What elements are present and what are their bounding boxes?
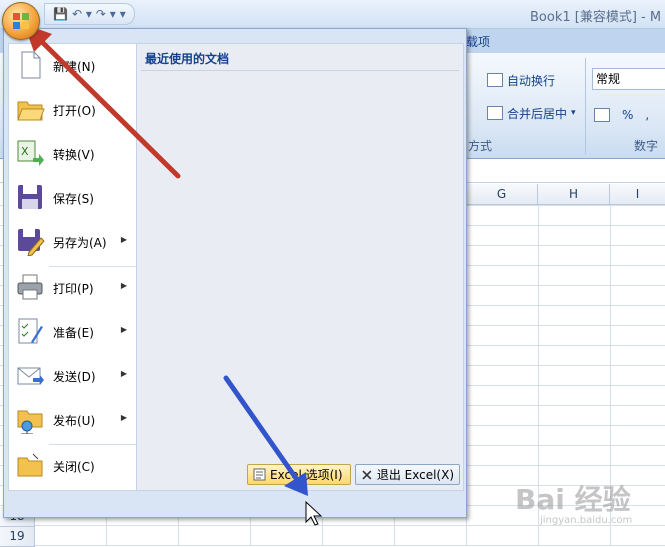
merge-center-icon [487,106,503,120]
menu-item-prepare[interactable]: 准备(E) ▶ [9,310,137,354]
menu-item-label: 关闭(C) [53,460,95,474]
title-bar: 💾 ↶ ▾ ↷ ▾ ▾ Book1 [兼容模式] - M [0,0,665,29]
new-document-icon [21,51,41,79]
menu-item-label: 打印(P) [53,282,94,296]
menu-item-publish[interactable]: 发布(U) ▶ [9,398,137,442]
recent-documents-pane: 最近使用的文档 [136,43,464,491]
wrap-text-label: 自动换行 [507,73,556,88]
submenu-arrow-icon: ▶ [120,413,127,422]
menu-item-label: 转换(V) [53,148,95,162]
comma-button[interactable]: , [645,108,649,122]
recent-divider [141,70,459,71]
row-header[interactable]: 19 [0,527,35,547]
recent-documents-title: 最近使用的文档 [145,52,230,66]
menu-item-new[interactable]: 新建(N) [9,44,137,88]
publish-icon [17,410,43,434]
menu-item-label: 准备(E) [53,326,94,340]
excel-options-button[interactable]: Excel 选项(I) [247,464,351,485]
tab-addins[interactable]: 载项 [466,33,490,50]
alignment-group-label: 方式 [468,139,493,153]
merge-center-label: 合并后居中 [507,106,568,121]
convert-icon: X [17,140,44,166]
group-divider [585,58,586,154]
office-button[interactable] [2,2,40,40]
chevron-down-icon: ▾ [571,108,576,118]
submenu-arrow-icon: ▶ [120,325,127,334]
submenu-arrow-icon: ▶ [120,235,127,244]
merge-center-button[interactable]: 合并后居中 ▾ [487,102,576,124]
options-icon [253,468,266,481]
save-icon[interactable]: 💾 [53,7,68,21]
menu-item-send[interactable]: 发送(D) ▶ [9,354,137,398]
save-as-icon [18,229,45,256]
currency-icon[interactable] [594,108,610,122]
send-icon [17,367,44,385]
wrap-text-button[interactable]: 自动换行 [487,69,555,91]
svg-text:X: X [21,145,29,158]
menu-item-close[interactable]: 关闭(C) [9,444,137,488]
save-floppy-icon [18,185,42,209]
percent-button[interactable]: % [622,108,633,122]
watermark-url: jingyan.baidu.com [540,515,633,526]
number-group-label: 数字 [634,139,659,153]
number-format-buttons: % , [594,104,649,126]
submenu-arrow-icon: ▶ [120,369,127,378]
menu-item-label: 发送(D) [53,370,96,384]
office-logo-icon [13,13,29,29]
printer-icon [17,274,43,300]
number-format-select[interactable]: 常规 [592,68,665,90]
menu-item-save-as[interactable]: 另存为(A) ▶ [9,220,137,264]
open-folder-icon [17,101,45,121]
watermark-text: Bai 经验 [515,483,631,516]
menu-item-label: 打开(O) [53,104,96,118]
menu-item-open[interactable]: 打开(O) [9,88,137,132]
menu-item-label: 另存为(A) [53,236,107,250]
menu-item-label: 保存(S) [53,192,94,206]
submenu-arrow-icon: ▶ [120,281,127,290]
menu-item-label: 新建(N) [53,60,96,74]
quick-access-toolbar: 💾 ↶ ▾ ↷ ▾ ▾ [44,3,135,25]
exit-excel-button[interactable]: 退出 Excel(X) [355,464,460,485]
redo-button[interactable]: ↷ ▾ [96,7,116,21]
undo-button[interactable]: ↶ ▾ [72,7,92,21]
prepare-icon [18,318,43,344]
column-header[interactable]: H [538,184,610,205]
close-folder-icon [17,453,43,477]
menu-item-save[interactable]: 保存(S) [9,176,137,220]
wrap-text-icon [487,73,503,87]
menu-item-print[interactable]: 打印(P) ▶ [9,266,137,310]
menu-item-convert[interactable]: X 转换(V) [9,132,137,176]
column-header[interactable]: I [610,184,665,205]
menu-item-label: 发布(U) [53,414,96,428]
office-menu-commands: 新建(N) 打开(O) X 转换(V) 保存(S) 另存为(A) ▶ 打印(P)… [8,43,138,491]
excel-options-label: Excel 选项(I) [270,468,343,482]
close-icon [362,470,372,479]
office-menu: 新建(N) 打开(O) X 转换(V) 保存(S) 另存为(A) ▶ 打印(P)… [3,28,467,518]
exit-excel-label: 退出 Excel(X) [376,468,454,482]
window-title: Book1 [兼容模式] - M [530,10,662,25]
column-header[interactable]: G [466,184,538,205]
customize-qat-button[interactable]: ▾ [120,7,126,21]
